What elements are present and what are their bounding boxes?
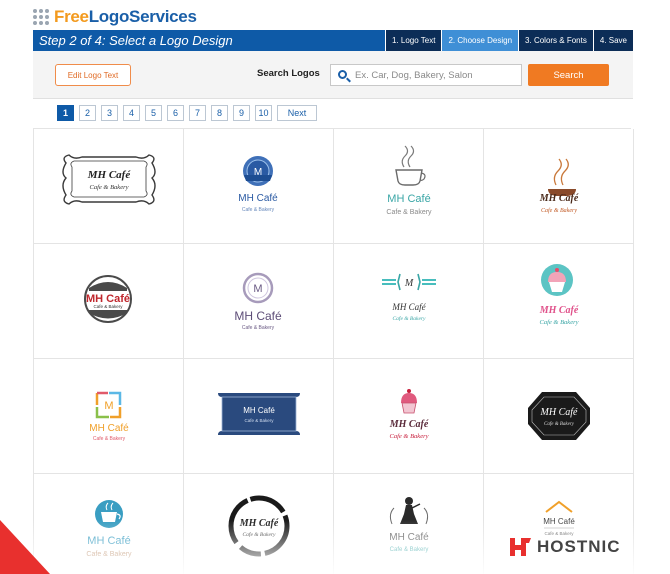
pagination: 1 2 3 4 5 6 7 8 9 10 Next <box>57 105 317 121</box>
svg-text:MH Café: MH Café <box>387 193 430 205</box>
logo-option-6[interactable]: M MH Café Cafe & Bakery <box>184 244 334 359</box>
watermark-text: HOSTNIC <box>537 537 621 556</box>
logo-option-12[interactable]: MH Café Cafe & Bakery <box>484 359 634 474</box>
svg-text:M: M <box>104 400 113 412</box>
coffee-cup-icon: MH Café Cafe & Bakery <box>86 500 132 558</box>
edit-logo-text-button[interactable]: Edit Logo Text <box>55 64 131 86</box>
color-square-icon: M MH Café Cafe & Bakery <box>89 391 129 442</box>
svg-text:M: M <box>254 167 262 178</box>
search-input[interactable] <box>355 68 517 83</box>
logo-option-11[interactable]: MH Café Cafe & Bakery <box>334 359 484 474</box>
blue-seal-icon: M MH Café Cafe & Bakery <box>238 156 278 213</box>
teal-lines-icon: M MH Café Cafe & Bakery <box>382 273 436 322</box>
brand-dots-icon <box>33 9 49 25</box>
logo-option-8[interactable]: MH Café Cafe & Bakery <box>484 244 634 359</box>
svg-text:MH Café: MH Café <box>238 193 278 204</box>
svg-text:Cafe & Bakery: Cafe & Bakery <box>541 207 577 214</box>
svg-text:Cafe & Bakery: Cafe & Bakery <box>386 209 432 216</box>
page-10[interactable]: 10 <box>255 105 272 121</box>
search-toolbar: Edit Logo Text Search Logos Search <box>33 51 633 99</box>
step-logo-text[interactable]: 1. Logo Text <box>385 30 442 51</box>
step-save[interactable]: 4. Save <box>592 30 633 51</box>
svg-text:M: M <box>404 278 414 289</box>
svg-text:MH Café: MH Café <box>243 406 275 415</box>
next-page-button[interactable]: Next <box>277 105 317 121</box>
red-corner-decoration <box>0 520 50 574</box>
svg-text:Cafe & Bakery: Cafe & Bakery <box>393 315 427 322</box>
svg-text:MH Café: MH Café <box>539 305 579 316</box>
steaming-cup-icon: MH Café Cafe & Bakery <box>386 145 432 216</box>
step-choose-design[interactable]: 2. Choose Design <box>441 30 519 51</box>
svg-text:MH Café: MH Café <box>234 309 282 323</box>
svg-text:MH Café: MH Café <box>389 532 429 543</box>
page-1[interactable]: 1 <box>57 105 74 121</box>
svg-text:Cafe & Bakery: Cafe & Bakery <box>86 551 132 558</box>
logo-option-14[interactable]: MH Café Cafe & Bakery <box>184 474 334 574</box>
logo-option-4[interactable]: MH Café Cafe & Bakery <box>484 129 634 244</box>
logo-option-15[interactable]: MH Café Cafe & Bakery <box>334 474 484 574</box>
page-3[interactable]: 3 <box>101 105 118 121</box>
svg-text:MH Café: MH Café <box>389 419 429 430</box>
svg-text:MH Café: MH Café <box>89 423 129 434</box>
page-2[interactable]: 2 <box>79 105 96 121</box>
brush-circle-icon: MH Café Cafe & Bakery <box>228 495 290 557</box>
logo-option-13[interactable]: MH Café Cafe & Bakery <box>34 474 184 574</box>
svg-text:Cafe & Bakery: Cafe & Bakery <box>243 531 277 538</box>
purple-ring-icon: M MH Café Cafe & Bakery <box>234 272 282 331</box>
search-box[interactable] <box>330 64 522 86</box>
cupcake-script-icon: MH Café Cafe & Bakery <box>389 389 429 440</box>
brand-logo[interactable]: FreeLogoServices <box>33 6 197 28</box>
hostnic-logo-icon <box>510 538 531 556</box>
svg-text:MH Café: MH Café <box>539 193 579 204</box>
logo-option-10[interactable]: MH Café Cafe & Bakery <box>184 359 334 474</box>
page-6[interactable]: 6 <box>167 105 184 121</box>
search-icon <box>338 70 347 79</box>
logo-option-2[interactable]: M MH Café Cafe & Bakery <box>184 129 334 244</box>
svg-text:Cafe & Bakery: Cafe & Bakery <box>390 547 429 553</box>
svg-text:Cafe & Bakery: Cafe & Bakery <box>242 207 275 213</box>
logo-option-7[interactable]: M MH Café Cafe & Bakery <box>334 244 484 359</box>
svg-text:Cafe & Bakery: Cafe & Bakery <box>93 304 123 309</box>
svg-text:MH Café: MH Café <box>87 169 132 181</box>
lady-silhouette-icon: MH Café Cafe & Bakery <box>389 497 429 553</box>
svg-text:Cafe & Bakery: Cafe & Bakery <box>242 325 275 331</box>
logo-option-1[interactable]: MH Café Cafe & Bakery <box>34 129 184 244</box>
svg-text:Cafe & Bakery: Cafe & Bakery <box>93 436 126 442</box>
svg-text:Cafe & Bakery: Cafe & Bakery <box>244 418 274 423</box>
svg-text:MH Café: MH Café <box>391 302 426 312</box>
svg-text:Cafe & Bakery: Cafe & Bakery <box>90 184 129 191</box>
page-9[interactable]: 9 <box>233 105 250 121</box>
search-label: Search Logos <box>257 68 320 79</box>
cupcake-icon: MH Café Cafe & Bakery <box>539 264 579 326</box>
svg-text:MH Café: MH Café <box>87 535 130 547</box>
logo-option-9[interactable]: M MH Café Cafe & Bakery <box>34 359 184 474</box>
svg-text:M: M <box>253 283 262 295</box>
svg-text:Cafe & Bakery: Cafe & Bakery <box>540 319 579 326</box>
svg-text:MH Café: MH Café <box>543 517 575 526</box>
step-bar: Step 2 of 4: Select a Logo Design 1. Log… <box>33 30 633 51</box>
red-circle-badge-icon: MH Café Cafe & Bakery <box>84 275 132 323</box>
svg-text:MH Café: MH Café <box>540 407 579 418</box>
step-title: Step 2 of 4: Select a Logo Design <box>39 33 233 48</box>
script-coffee-icon: MH Café Cafe & Bakery <box>539 158 579 214</box>
ornate-frame-icon: MH Café Cafe & Bakery <box>62 154 156 205</box>
svg-text:Cafe & Bakery: Cafe & Bakery <box>544 422 575 427</box>
page-8[interactable]: 8 <box>211 105 228 121</box>
brand-name: FreeLogoServices <box>54 7 197 26</box>
svg-text:MH Café: MH Café <box>239 518 279 529</box>
logo-grid: MH Café Cafe & Bakery M MH Café Cafe & B… <box>33 128 634 574</box>
search-button[interactable]: Search <box>528 64 609 86</box>
watermark: HOSTNIC <box>507 534 621 560</box>
page-4[interactable]: 4 <box>123 105 140 121</box>
logo-option-5[interactable]: MH Café Cafe & Bakery <box>34 244 184 359</box>
black-hexagon-icon: MH Café Cafe & Bakery <box>528 392 590 440</box>
page-7[interactable]: 7 <box>189 105 206 121</box>
svg-text:Cafe & Bakery: Cafe & Bakery <box>390 433 429 440</box>
logo-option-3[interactable]: MH Café Cafe & Bakery <box>334 129 484 244</box>
step-colors-fonts[interactable]: 3. Colors & Fonts <box>518 30 593 51</box>
navy-label-icon: MH Café Cafe & Bakery <box>218 393 300 435</box>
page-5[interactable]: 5 <box>145 105 162 121</box>
